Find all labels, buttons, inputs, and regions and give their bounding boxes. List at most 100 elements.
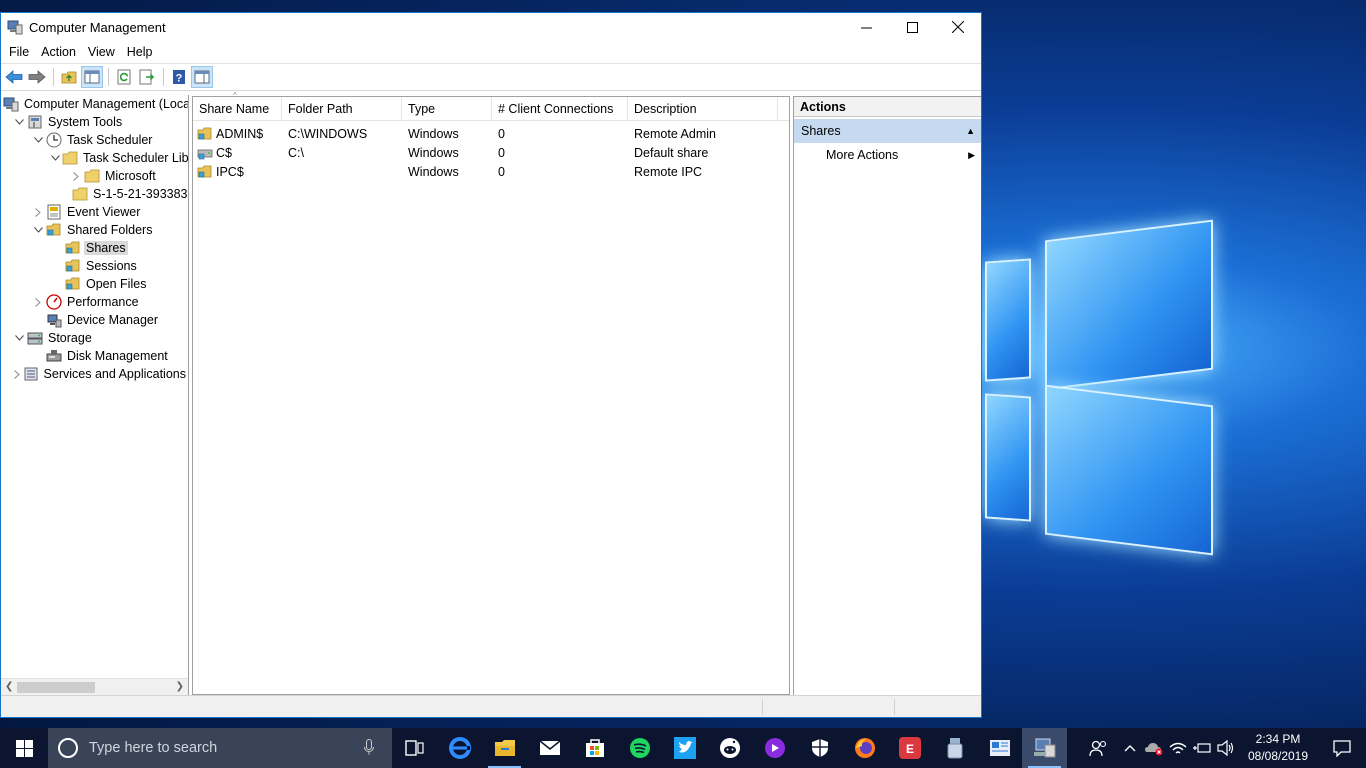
- table-row[interactable]: IPC$ Windows 0 Remote IPC: [193, 162, 789, 181]
- tree-item-microsoft[interactable]: Microsoft: [1, 167, 188, 185]
- actions-section-shares[interactable]: Shares ▲: [794, 119, 981, 143]
- tree-horizontal-scrollbar[interactable]: ❮ ❯: [1, 678, 188, 695]
- tree-item-shares[interactable]: Shares: [1, 239, 188, 257]
- computer-management-taskbar-icon[interactable]: [1022, 728, 1067, 768]
- action-center-icon[interactable]: [1318, 728, 1366, 768]
- tree-item-open-files[interactable]: Open Files: [1, 275, 188, 293]
- list-header: Share Name ^ Folder Path Type # Client Co…: [193, 91, 789, 121]
- table-row[interactable]: C$ C:\ Windows 0 Default share: [193, 143, 789, 162]
- volume-icon[interactable]: [1214, 728, 1238, 768]
- podcast-icon[interactable]: [752, 728, 797, 768]
- microphone-icon[interactable]: [364, 738, 374, 758]
- help-icon[interactable]: ?: [168, 66, 190, 88]
- shared-folder-icon: [65, 276, 81, 292]
- expand-chevron-down-icon[interactable]: [51, 152, 60, 164]
- computer-management-icon: [3, 96, 19, 112]
- tree-item-s-1-5-21-393383[interactable]: S-1-5-21-393383: [1, 185, 188, 203]
- scroll-right-icon[interactable]: ❯: [176, 681, 184, 692]
- back-icon[interactable]: [3, 66, 25, 88]
- onedrive-error-icon[interactable]: [1142, 728, 1166, 768]
- scroll-left-icon[interactable]: ❮: [5, 681, 13, 692]
- column-share-name[interactable]: Share Name ^: [193, 91, 282, 120]
- shared-folder-icon: [197, 165, 213, 179]
- tree-item-label: Task Scheduler: [67, 133, 153, 147]
- expand-chevron-right-icon[interactable]: [32, 206, 44, 218]
- file-explorer-icon[interactable]: [482, 728, 527, 768]
- expand-chevron-down-icon[interactable]: [32, 224, 44, 236]
- column-folder-path[interactable]: Folder Path: [282, 97, 402, 120]
- menu-view[interactable]: View: [82, 41, 121, 63]
- tree-item-disk-management[interactable]: Disk Management: [1, 347, 188, 365]
- tree-item-storage[interactable]: Storage: [1, 329, 188, 347]
- expand-chevron-down-icon[interactable]: [13, 116, 25, 128]
- menu-help[interactable]: Help: [121, 41, 159, 63]
- wifi-icon[interactable]: [1166, 728, 1190, 768]
- tree-item-system-tools[interactable]: System Tools: [1, 113, 188, 131]
- battery-icon[interactable]: [1190, 728, 1214, 768]
- tree-item-task-scheduler[interactable]: Task Scheduler: [1, 131, 188, 149]
- minimize-button[interactable]: [843, 13, 889, 41]
- folder-icon: [84, 168, 100, 184]
- news-icon[interactable]: [977, 728, 1022, 768]
- expand-chevron-down-icon[interactable]: [13, 332, 25, 344]
- firefox-icon[interactable]: [842, 728, 887, 768]
- services-icon: [23, 366, 39, 382]
- twitter-icon[interactable]: [662, 728, 707, 768]
- show-hide-action-pane-icon[interactable]: [191, 66, 213, 88]
- spotify-icon[interactable]: [617, 728, 662, 768]
- expand-chevron-down-icon[interactable]: [32, 134, 44, 146]
- up-folder-icon[interactable]: [58, 66, 80, 88]
- maximize-button[interactable]: [889, 13, 935, 41]
- tree-item-task-scheduler-libra[interactable]: Task Scheduler Libra: [1, 149, 188, 167]
- store-icon[interactable]: [572, 728, 617, 768]
- edge-icon[interactable]: [437, 728, 482, 768]
- folder-icon: [62, 150, 78, 166]
- expressvpn-icon[interactable]: E: [887, 728, 932, 768]
- scrollbar-thumb[interactable]: [17, 682, 95, 693]
- show-hidden-icons-chevron-icon[interactable]: [1118, 728, 1142, 768]
- start-button[interactable]: [0, 728, 48, 768]
- expand-chevron-right-icon[interactable]: [13, 368, 21, 380]
- performance-icon: [46, 294, 62, 310]
- menu-file[interactable]: File: [3, 41, 35, 63]
- tree-item-performance[interactable]: Performance: [1, 293, 188, 311]
- tree-item-label: System Tools: [48, 115, 123, 129]
- column-type[interactable]: Type: [402, 97, 492, 120]
- usb-icon[interactable]: [932, 728, 977, 768]
- refresh-icon[interactable]: [113, 66, 135, 88]
- expand-chevron-right-icon[interactable]: [70, 170, 82, 182]
- computer-management-icon: [7, 19, 23, 35]
- forward-icon[interactable]: [26, 66, 48, 88]
- shared-folder-icon: [65, 258, 81, 274]
- status-bar: [1, 695, 981, 717]
- reddit-icon[interactable]: [707, 728, 752, 768]
- expand-chevron-right-icon[interactable]: [32, 296, 44, 308]
- tree-item-sessions[interactable]: Sessions: [1, 257, 188, 275]
- toolbar-separator: [163, 68, 164, 86]
- tree-item-shared-folders[interactable]: Shared Folders: [1, 221, 188, 239]
- tree-item-services-and-applications[interactable]: Services and Applications: [1, 365, 188, 383]
- taskbar-search-box[interactable]: Type here to search: [48, 728, 392, 768]
- svg-text:?: ?: [176, 73, 183, 85]
- people-icon[interactable]: [1078, 728, 1118, 768]
- clock-icon: [46, 132, 62, 148]
- close-button[interactable]: [935, 13, 981, 41]
- tree-item-device-manager[interactable]: Device Manager: [1, 311, 188, 329]
- security-icon[interactable]: [797, 728, 842, 768]
- taskbar-clock[interactable]: 2:34 PM 08/08/2019: [1238, 731, 1318, 765]
- more-actions-item[interactable]: More Actions ▶: [794, 143, 981, 167]
- folder-icon: [72, 186, 88, 202]
- column-description[interactable]: Description: [628, 97, 778, 120]
- column-client-connections[interactable]: # Client Connections: [492, 97, 628, 120]
- show-hide-tree-icon[interactable]: [81, 66, 103, 88]
- menu-action[interactable]: Action: [35, 41, 82, 63]
- export-list-icon[interactable]: [136, 66, 158, 88]
- tree-item-label: Open Files: [86, 277, 147, 291]
- tree-item-computer-management-local[interactable]: Computer Management (Local: [1, 95, 188, 113]
- collapse-caret-icon[interactable]: ▲: [966, 126, 975, 136]
- mail-icon[interactable]: [527, 728, 572, 768]
- cortana-icon: [58, 738, 78, 758]
- table-row[interactable]: ADMIN$ C:\WINDOWS Windows 0 Remote Admin: [193, 124, 789, 143]
- task-view-icon[interactable]: [392, 728, 437, 768]
- tree-item-event-viewer[interactable]: Event Viewer: [1, 203, 188, 221]
